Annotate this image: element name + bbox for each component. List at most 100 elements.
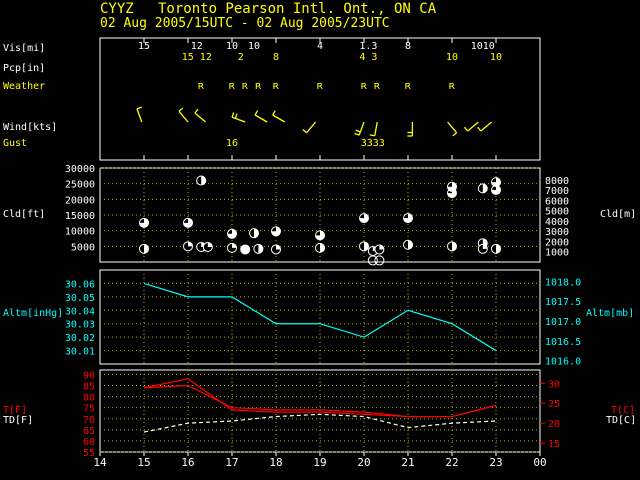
td-f-label: TD[F] — [3, 415, 33, 426]
wind-barb — [178, 110, 189, 123]
pcp-value: 2 — [238, 52, 244, 63]
wind-barb-flag — [452, 132, 458, 137]
altimeter-line — [143, 282, 497, 352]
wind-barb-flag — [463, 126, 469, 132]
cld-m-label: Cld[m] — [600, 209, 636, 220]
vis-value: 15 — [138, 41, 150, 52]
weather-symbol: ʀ — [198, 79, 205, 92]
cloud-tick-left: 30000 — [65, 164, 95, 175]
alt-tick-right: 1017.0 — [545, 317, 581, 328]
time-range: 02 Aug 2005/15UTC - 02 Aug 2005/23UTC — [100, 16, 390, 31]
temp-tick-left: 65 — [83, 426, 95, 437]
pcp-value: 10 — [490, 52, 502, 63]
station-title: CYYZ — [100, 1, 134, 17]
cloud-layer-marker — [374, 255, 385, 266]
cloud-tick-right: 5000 — [545, 207, 569, 218]
temp-tick-left: 60 — [83, 437, 95, 448]
cloud-tick-left: 15000 — [65, 211, 95, 222]
wind-barb — [480, 121, 493, 132]
weather-symbol: ʀ — [449, 79, 456, 92]
vis-value: 12 — [191, 41, 203, 52]
weather-label: Weather — [3, 81, 45, 92]
alt-tick-left: 30.04 — [65, 306, 95, 317]
temp-tick-left: 75 — [83, 404, 95, 415]
wind-barb-flag — [136, 106, 142, 110]
x-tick-label: 20 — [357, 456, 370, 469]
cloud-tick-right: 4000 — [545, 217, 569, 228]
alt-tick-left: 30.02 — [65, 333, 95, 344]
vis-value: 1.3 — [359, 41, 377, 52]
wind-barb-flag — [231, 112, 235, 118]
cloud-tick-left: 10000 — [65, 227, 95, 238]
weather-symbol: ʀ — [242, 79, 249, 92]
x-tick-label: 14 — [93, 456, 107, 469]
alt-tick-left: 30.06 — [65, 279, 95, 290]
alt-tick-left: 30.01 — [65, 347, 95, 358]
cloud-fill — [379, 244, 384, 250]
cloud-tick-left: 20000 — [65, 195, 95, 206]
temp-tick-right: 25 — [548, 399, 560, 410]
wind-barb — [254, 114, 268, 123]
vis-value: 1010 — [471, 41, 495, 52]
wind-barb — [447, 121, 458, 134]
cloud-tick-right: 8000 — [545, 176, 569, 187]
x-tick-label: 23 — [489, 456, 502, 469]
td-c-label: TD[C] — [606, 415, 636, 426]
pcp-value: 8 — [273, 52, 279, 63]
wind-barb — [374, 121, 378, 136]
vis-label: Vis[mi] — [3, 43, 45, 54]
alt-tick-right: 1016.5 — [545, 337, 581, 348]
wind-barb — [272, 114, 286, 123]
meteogram: CYYZ Toronto Pearson Intl. Ont., ON CA 0… — [3, 1, 636, 469]
wind-barb-flag — [194, 108, 199, 114]
altimeter-panel-frame — [99, 269, 541, 365]
wind-barb — [194, 112, 207, 123]
weather-symbol: ʀ — [229, 79, 236, 92]
wind-label: Wind[kts] — [3, 122, 57, 133]
temp-tick-right: 20 — [548, 419, 560, 430]
temp-tick-left: 80 — [83, 393, 95, 404]
cloud-fill — [276, 244, 281, 250]
gust-value: 16 — [226, 138, 238, 149]
pcp-label: Pcp[in] — [3, 63, 45, 74]
pcp-value: 15 12 — [182, 52, 212, 63]
alt-tick-left: 30.03 — [65, 320, 95, 331]
vis-value: 10 — [248, 41, 260, 52]
wind-barb-flag — [178, 107, 184, 112]
wind-barb-flag — [272, 110, 276, 116]
wind-barb-flag — [302, 129, 308, 134]
cloud-fill — [188, 241, 193, 247]
wind-barb-flag — [369, 134, 375, 137]
cloud-tick-right: 2000 — [545, 237, 569, 248]
temp-tick-left: 90 — [83, 370, 95, 381]
wind-barb-flag — [254, 110, 259, 116]
cloud-fill — [240, 244, 250, 254]
wind-barb — [136, 108, 143, 123]
wind-barb — [306, 121, 317, 134]
weather-symbol: ʀ — [361, 79, 368, 92]
temp-tick-right: 30 — [548, 379, 560, 390]
weather-symbol: ʀ — [405, 79, 412, 92]
obs-panel-frame — [99, 37, 541, 161]
x-tick-label: 19 — [313, 456, 326, 469]
alt-tick-right: 1018.0 — [545, 277, 581, 288]
station-name: Toronto Pearson Intl. Ont., ON CA — [158, 1, 437, 17]
x-tick-label: 16 — [181, 456, 194, 469]
wind-barb — [358, 121, 365, 136]
x-tick-label: 21 — [401, 456, 414, 469]
wind-barb-flag — [234, 113, 238, 119]
cloud-tick-right: 7000 — [545, 186, 569, 197]
alt-tick-right: 1017.5 — [545, 297, 581, 308]
cloud-tick-left: 25000 — [65, 180, 95, 191]
x-tick-label: 15 — [137, 456, 150, 469]
alt-mb-label: Altm[mb] — [586, 308, 634, 319]
cloud-tick-right: 6000 — [545, 196, 569, 207]
wind-barb-flag — [477, 126, 482, 132]
vis-value: 8 — [405, 41, 411, 52]
cloud-tick-right: 1000 — [545, 248, 569, 259]
gust-label: Gust — [3, 138, 27, 149]
pcp-value: 10 — [446, 52, 458, 63]
vis-value: 10 — [226, 41, 238, 52]
alt-tick-right: 1016.0 — [545, 357, 581, 368]
temp-tick-right: 15 — [548, 439, 560, 450]
